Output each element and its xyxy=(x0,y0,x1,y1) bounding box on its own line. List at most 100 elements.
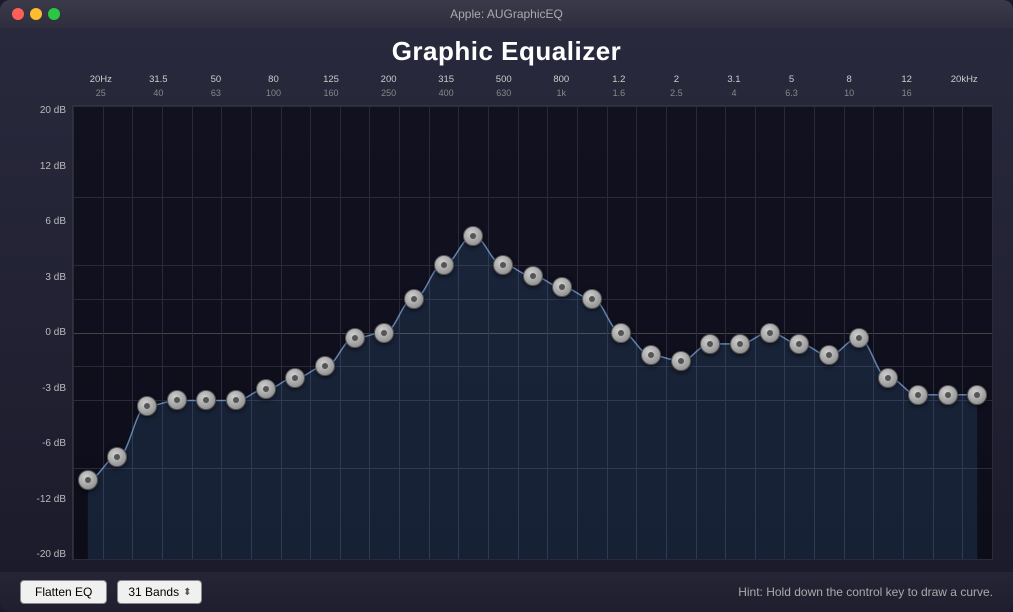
freq-main-label: 315 xyxy=(438,73,454,87)
freq-sub-label: 40 xyxy=(153,87,163,100)
eq-knob-30[interactable] xyxy=(967,385,987,405)
freq-main-label: 800 xyxy=(553,73,569,87)
eq-knob-3[interactable] xyxy=(167,390,187,410)
eq-knob-16[interactable] xyxy=(552,277,572,297)
eq-knob-29[interactable] xyxy=(938,385,958,405)
eq-knob-19[interactable] xyxy=(641,345,661,365)
bands-selector-button[interactable]: 31 Bands ⬍ xyxy=(117,580,202,604)
db-label-5: -3 dB xyxy=(20,383,66,394)
freq-main-label: 125 xyxy=(323,73,339,87)
eq-knob-24[interactable] xyxy=(789,334,809,354)
freq-sub-label: 1k xyxy=(557,87,567,100)
eq-knob-27[interactable] xyxy=(878,368,898,388)
freq-sub-label: 6.3 xyxy=(785,87,798,100)
bands-arrow-icon: ⬍ xyxy=(183,587,191,598)
freq-main-label: 50 xyxy=(211,73,222,87)
freq-col-12: 56.3 xyxy=(763,73,821,105)
db-label-7: -12 dB xyxy=(20,494,66,505)
eq-knob-13[interactable] xyxy=(463,226,483,246)
db-label-2: 6 dB xyxy=(20,216,66,227)
freq-sub-label: 250 xyxy=(381,87,396,100)
freq-main-label: 20Hz xyxy=(90,73,112,87)
maximize-button[interactable] xyxy=(48,8,60,20)
freq-sub-label: 2.5 xyxy=(670,87,683,100)
freq-col-11: 3.14 xyxy=(705,73,763,105)
eq-knob-11[interactable] xyxy=(404,289,424,309)
eq-knob-12[interactable] xyxy=(434,255,454,275)
bands-label: 31 Bands xyxy=(128,585,179,599)
freq-col-15: 20kHz xyxy=(935,73,993,105)
freq-sub-label: 160 xyxy=(324,87,339,100)
eq-knob-7[interactable] xyxy=(285,368,305,388)
freq-col-0: 20Hz25 xyxy=(72,73,130,105)
eq-area: 20Hz2531.5405063801001251602002503154005… xyxy=(20,73,993,560)
eq-knob-5[interactable] xyxy=(226,390,246,410)
eq-knob-22[interactable] xyxy=(730,334,750,354)
freq-sub-label: 16 xyxy=(902,87,912,100)
eq-knob-4[interactable] xyxy=(196,390,216,410)
freq-main-label: 5 xyxy=(789,73,794,87)
minimize-button[interactable] xyxy=(30,8,42,20)
eq-knob-14[interactable] xyxy=(493,255,513,275)
eq-knob-20[interactable] xyxy=(671,351,691,371)
freq-col-14: 1216 xyxy=(878,73,936,105)
grid-line-h xyxy=(73,559,992,560)
freq-main-label: 12 xyxy=(901,73,912,87)
eq-knob-25[interactable] xyxy=(819,345,839,365)
eq-knob-21[interactable] xyxy=(700,334,720,354)
freq-col-8: 8001k xyxy=(533,73,591,105)
freq-col-1: 31.540 xyxy=(130,73,188,105)
title-bar: Apple: AUGraphicEQ xyxy=(0,0,1013,28)
flatten-eq-button[interactable]: Flatten EQ xyxy=(20,580,107,604)
freq-col-3: 80100 xyxy=(245,73,303,105)
freq-main-label: 20kHz xyxy=(951,73,978,87)
freq-main-label: 80 xyxy=(268,73,279,87)
freq-col-7: 500630 xyxy=(475,73,533,105)
eq-knob-15[interactable] xyxy=(523,266,543,286)
eq-knob-10[interactable] xyxy=(374,323,394,343)
eq-knob-23[interactable] xyxy=(760,323,780,343)
freq-main-label: 31.5 xyxy=(149,73,168,87)
freq-sub-label: 100 xyxy=(266,87,281,100)
content-area: Graphic Equalizer 20Hz2531.5405063801001… xyxy=(0,28,1013,572)
freq-col-5: 200250 xyxy=(360,73,418,105)
eq-knob-9[interactable] xyxy=(345,328,365,348)
freq-main-label: 3.1 xyxy=(727,73,740,87)
eq-knob-18[interactable] xyxy=(611,323,631,343)
eq-knob-2[interactable] xyxy=(137,396,157,416)
window-title: Apple: AUGraphicEQ xyxy=(450,7,563,21)
main-window: Apple: AUGraphicEQ Graphic Equalizer 20H… xyxy=(0,0,1013,612)
freq-col-2: 5063 xyxy=(187,73,245,105)
eq-knob-17[interactable] xyxy=(582,289,602,309)
close-button[interactable] xyxy=(12,8,24,20)
db-label-4: 0 dB xyxy=(20,327,66,338)
freq-sub-label: 25 xyxy=(96,87,106,100)
grid-line-v xyxy=(992,106,993,559)
db-label-1: 12 dB xyxy=(20,161,66,172)
freq-col-9: 1.21.6 xyxy=(590,73,648,105)
freq-main-label: 8 xyxy=(846,73,851,87)
freq-sub-label: 630 xyxy=(496,87,511,100)
eq-knob-0[interactable] xyxy=(78,470,98,490)
freq-main-label: 200 xyxy=(381,73,397,87)
window-controls xyxy=(12,8,60,20)
eq-knob-8[interactable] xyxy=(315,356,335,376)
freq-sub-label: 10 xyxy=(844,87,854,100)
eq-knob-1[interactable] xyxy=(107,447,127,467)
freq-main-label: 1.2 xyxy=(612,73,625,87)
hint-text: Hint: Hold down the control key to draw … xyxy=(738,585,993,599)
eq-knob-28[interactable] xyxy=(908,385,928,405)
chart-container: 20 dB12 dB6 dB3 dB0 dB-3 dB-6 dB-12 dB-2… xyxy=(20,105,993,560)
freq-col-6: 315400 xyxy=(417,73,475,105)
freq-col-10: 22.5 xyxy=(648,73,706,105)
db-labels: 20 dB12 dB6 dB3 dB0 dB-3 dB-6 dB-12 dB-2… xyxy=(20,105,72,560)
freq-labels: 20Hz2531.5405063801001251602002503154005… xyxy=(72,73,993,105)
freq-col-13: 810 xyxy=(820,73,878,105)
eq-knob-6[interactable] xyxy=(256,379,276,399)
page-title: Graphic Equalizer xyxy=(20,36,993,67)
db-label-8: -20 dB xyxy=(20,549,66,560)
eq-knob-26[interactable] xyxy=(849,328,869,348)
freq-main-label: 2 xyxy=(674,73,679,87)
chart-grid xyxy=(72,105,993,560)
freq-sub-label: 63 xyxy=(211,87,221,100)
